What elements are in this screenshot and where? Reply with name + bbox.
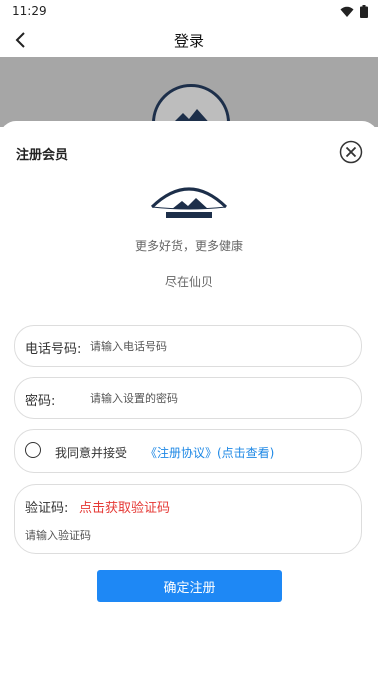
- register-sheet: 注册会员 更多好货，更多健康 尽在仙贝 电话号码: 密码: 我同意并接受 《注册…: [0, 121, 378, 673]
- password-input[interactable]: [90, 387, 345, 409]
- close-circle-icon: [339, 140, 363, 164]
- page-title: 登录: [173, 32, 204, 50]
- wifi-icon: [340, 6, 354, 17]
- battery-icon: [360, 5, 368, 18]
- code-label: 验证码:: [25, 501, 69, 516]
- status-time: 11:29: [12, 4, 47, 18]
- sheet-title: 注册会员: [16, 148, 69, 163]
- confirm-register-button[interactable]: 确定注册: [97, 570, 282, 602]
- background-banner: [0, 57, 378, 127]
- password-field: 密码:: [14, 377, 362, 419]
- app-bar: 登录: [0, 24, 378, 57]
- slogan-line-1: 更多好货，更多健康: [134, 239, 243, 253]
- close-button[interactable]: [339, 140, 363, 164]
- code-input[interactable]: [25, 526, 345, 544]
- agree-text: 我同意并接受: [55, 446, 128, 460]
- agreement-row: 我同意并接受 《注册协议》(点击查看): [14, 429, 362, 473]
- phone-input[interactable]: [90, 335, 345, 357]
- xianbei-logo: [150, 187, 228, 218]
- brand-logo: [150, 181, 228, 221]
- agreement-link[interactable]: 《注册协议》(点击查看): [145, 444, 274, 461]
- status-icons: [340, 5, 368, 18]
- verification-code-field: 验证码: 点击获取验证码: [14, 484, 362, 554]
- slogan-line-2: 尽在仙贝: [164, 275, 213, 289]
- status-bar: 11:29: [0, 0, 378, 24]
- agree-checkbox[interactable]: [25, 442, 41, 458]
- password-label: 密码:: [25, 394, 56, 409]
- phone-label: 电话号码:: [25, 342, 82, 357]
- get-code-button[interactable]: 点击获取验证码: [79, 497, 170, 516]
- phone-field: 电话号码:: [14, 325, 362, 367]
